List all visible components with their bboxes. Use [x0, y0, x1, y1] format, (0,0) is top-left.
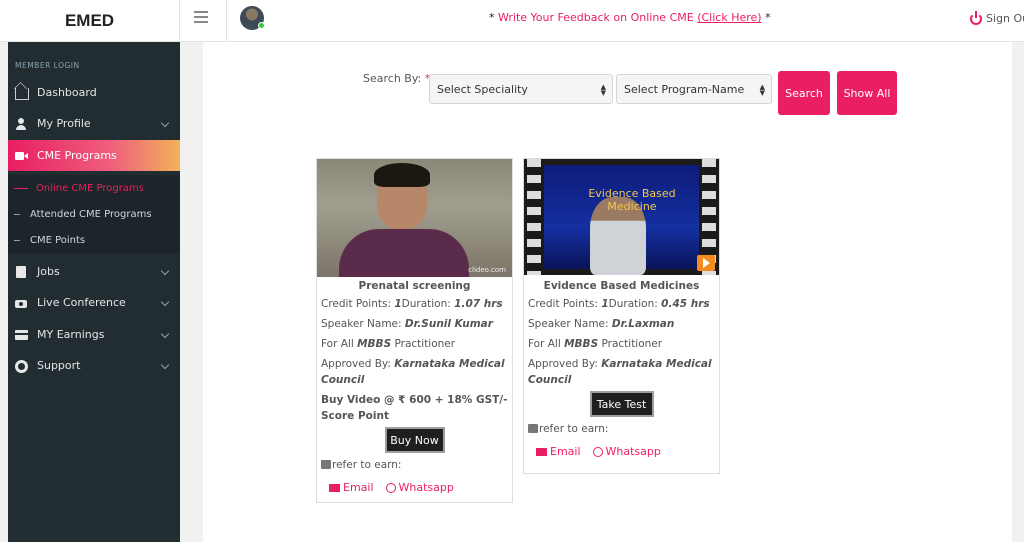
- chevron-down-icon: [160, 266, 170, 276]
- card-title: Prenatal screening: [358, 280, 471, 292]
- credit-duration: Credit Points: 1Duration: 1.07 hrs: [321, 298, 503, 310]
- select-arrows-icon: ▲ ▼: [759, 83, 765, 97]
- chevron-down-icon: [160, 297, 170, 307]
- user-icon: [15, 117, 29, 130]
- email-share-button[interactable]: Email: [536, 445, 581, 458]
- thumbnail-watermark: clideo.com: [468, 266, 506, 274]
- feedback-star: *: [489, 11, 495, 24]
- online-status-icon: [258, 22, 265, 29]
- sidebar-subitem-cme-points[interactable]: CME Points: [8, 227, 180, 253]
- power-icon: [970, 10, 982, 25]
- feedback-link[interactable]: (Click Here): [697, 11, 761, 24]
- cme-card: clideo.com Prenatal screening Credit Poi…: [316, 158, 513, 503]
- email-share-button[interactable]: Email: [329, 481, 374, 494]
- dash-icon: [14, 187, 28, 189]
- program-select-value: Select Program-Name: [624, 82, 745, 96]
- sidebar: MEMBER LOGIN Dashboard My Profile CME Pr…: [8, 42, 180, 542]
- whatsapp-icon: [592, 447, 603, 457]
- video-thumbnail[interactable]: clideo.com: [317, 159, 512, 277]
- sidebar-item-live-conference[interactable]: Live Conference: [8, 287, 180, 318]
- sidebar-item-label: Jobs: [37, 265, 60, 278]
- signout-button[interactable]: Sign Ou: [970, 10, 1024, 25]
- chevron-down-icon: [160, 329, 170, 339]
- sidebar-item-jobs[interactable]: Jobs: [8, 256, 180, 287]
- gift-icon: [321, 460, 331, 469]
- dash-icon: [14, 239, 20, 241]
- refer-text: refer to earn:: [317, 457, 512, 473]
- buy-price-text: Buy Video @ ₹ 600 + 18% GST/- Score Poin…: [321, 394, 508, 422]
- credit-duration: Credit Points: 1Duration: 0.45 hrs: [528, 298, 710, 310]
- whatsapp-icon: [385, 483, 396, 493]
- video-thumbnail[interactable]: Evidence Based Medicine: [524, 159, 719, 275]
- share-row: Email Whatsapp: [524, 445, 719, 458]
- sidebar-item-cme-programs[interactable]: CME Programs: [8, 140, 180, 171]
- speciality-select[interactable]: Select Speciality ▲ ▼: [429, 74, 613, 104]
- app-logo[interactable]: EMED: [0, 0, 180, 42]
- approved-by: Approved By: Karnataka Medical Council: [528, 358, 712, 386]
- sidebar-item-my-earnings[interactable]: MY Earnings: [8, 319, 180, 350]
- menu-toggle-icon[interactable]: [194, 11, 208, 23]
- search-label-text: Search By:: [363, 72, 422, 85]
- main-content: Search By: * Select Speciality ▲ ▼ Select…: [203, 42, 1012, 542]
- sidebar-item-my-profile[interactable]: My Profile: [8, 108, 180, 139]
- sidebar-subitem-label: CME Points: [30, 234, 86, 246]
- camera-icon: [15, 297, 29, 309]
- program-select[interactable]: Select Program-Name ▲ ▼: [616, 74, 772, 104]
- feedback-star: *: [765, 11, 771, 24]
- signout-label: Sign Ou: [986, 12, 1024, 25]
- for-all-text: For All MBBS Practitioner: [321, 338, 456, 350]
- support-icon: [15, 359, 29, 373]
- buy-now-button[interactable]: Buy Now: [384, 427, 445, 453]
- card-title: Evidence Based Medicines: [543, 280, 700, 292]
- sidebar-item-dashboard[interactable]: Dashboard: [8, 77, 180, 108]
- sidebar-item-label: Live Conference: [37, 296, 126, 309]
- search-button[interactable]: Search: [778, 71, 830, 115]
- jobs-icon: [15, 265, 29, 278]
- sidebar-item-label: Dashboard: [37, 86, 97, 99]
- take-test-button[interactable]: Take Test: [589, 391, 654, 417]
- feedback-text: Write Your Feedback on Online CME: [498, 11, 694, 24]
- sidebar-subitem-online-cme[interactable]: Online CME Programs: [8, 175, 180, 201]
- envelope-icon: [329, 484, 340, 492]
- speciality-select-value: Select Speciality: [437, 82, 528, 96]
- for-all-text: For All MBBS Practitioner: [528, 338, 663, 350]
- envelope-icon: [536, 448, 547, 456]
- speaker-name: Speaker Name: Dr.Laxman: [528, 318, 675, 330]
- top-bar: EMED * Write Your Feedback on Online CME…: [0, 0, 1024, 42]
- whatsapp-share-button[interactable]: Whatsapp: [385, 481, 454, 494]
- sidebar-header: MEMBER LOGIN: [15, 61, 80, 70]
- approved-by: Approved By: Karnataka Medical Council: [321, 358, 505, 386]
- play-icon[interactable]: [697, 255, 715, 271]
- share-row: Email Whatsapp: [317, 481, 512, 494]
- sidebar-subitem-label: Attended CME Programs: [30, 208, 152, 220]
- cme-card: Evidence Based Medicine Evidence Based M…: [523, 158, 720, 474]
- sidebar-item-label: Support: [37, 359, 81, 372]
- thumbnail-title-text: Evidence Based Medicine: [588, 187, 676, 213]
- sidebar-subitem-attended-cme[interactable]: Attended CME Programs: [8, 201, 180, 227]
- select-arrows-icon: ▲ ▼: [600, 83, 606, 97]
- speaker-name: Speaker Name: Dr.Sunil Kumar: [321, 318, 493, 330]
- search-label: Search By: *: [363, 72, 430, 85]
- refer-text: refer to earn:: [524, 421, 719, 437]
- sidebar-item-label: CME Programs: [37, 149, 117, 162]
- sidebar-item-support[interactable]: Support: [8, 350, 180, 381]
- feedback-banner: * Write Your Feedback on Online CME (Cli…: [489, 11, 771, 24]
- gift-icon: [528, 424, 538, 433]
- home-icon: [15, 88, 29, 100]
- sidebar-item-label: My Profile: [37, 117, 91, 130]
- sidebar-subitem-label: Online CME Programs: [36, 182, 144, 194]
- video-icon: [15, 150, 29, 162]
- whatsapp-share-button[interactable]: Whatsapp: [592, 445, 661, 458]
- show-all-button[interactable]: Show All: [837, 71, 897, 115]
- chevron-down-icon: [160, 360, 170, 370]
- sidebar-item-label: MY Earnings: [37, 328, 105, 341]
- card-icon: [15, 329, 29, 341]
- dash-icon: [14, 213, 20, 215]
- divider: [226, 0, 227, 42]
- chevron-down-icon: [160, 118, 170, 128]
